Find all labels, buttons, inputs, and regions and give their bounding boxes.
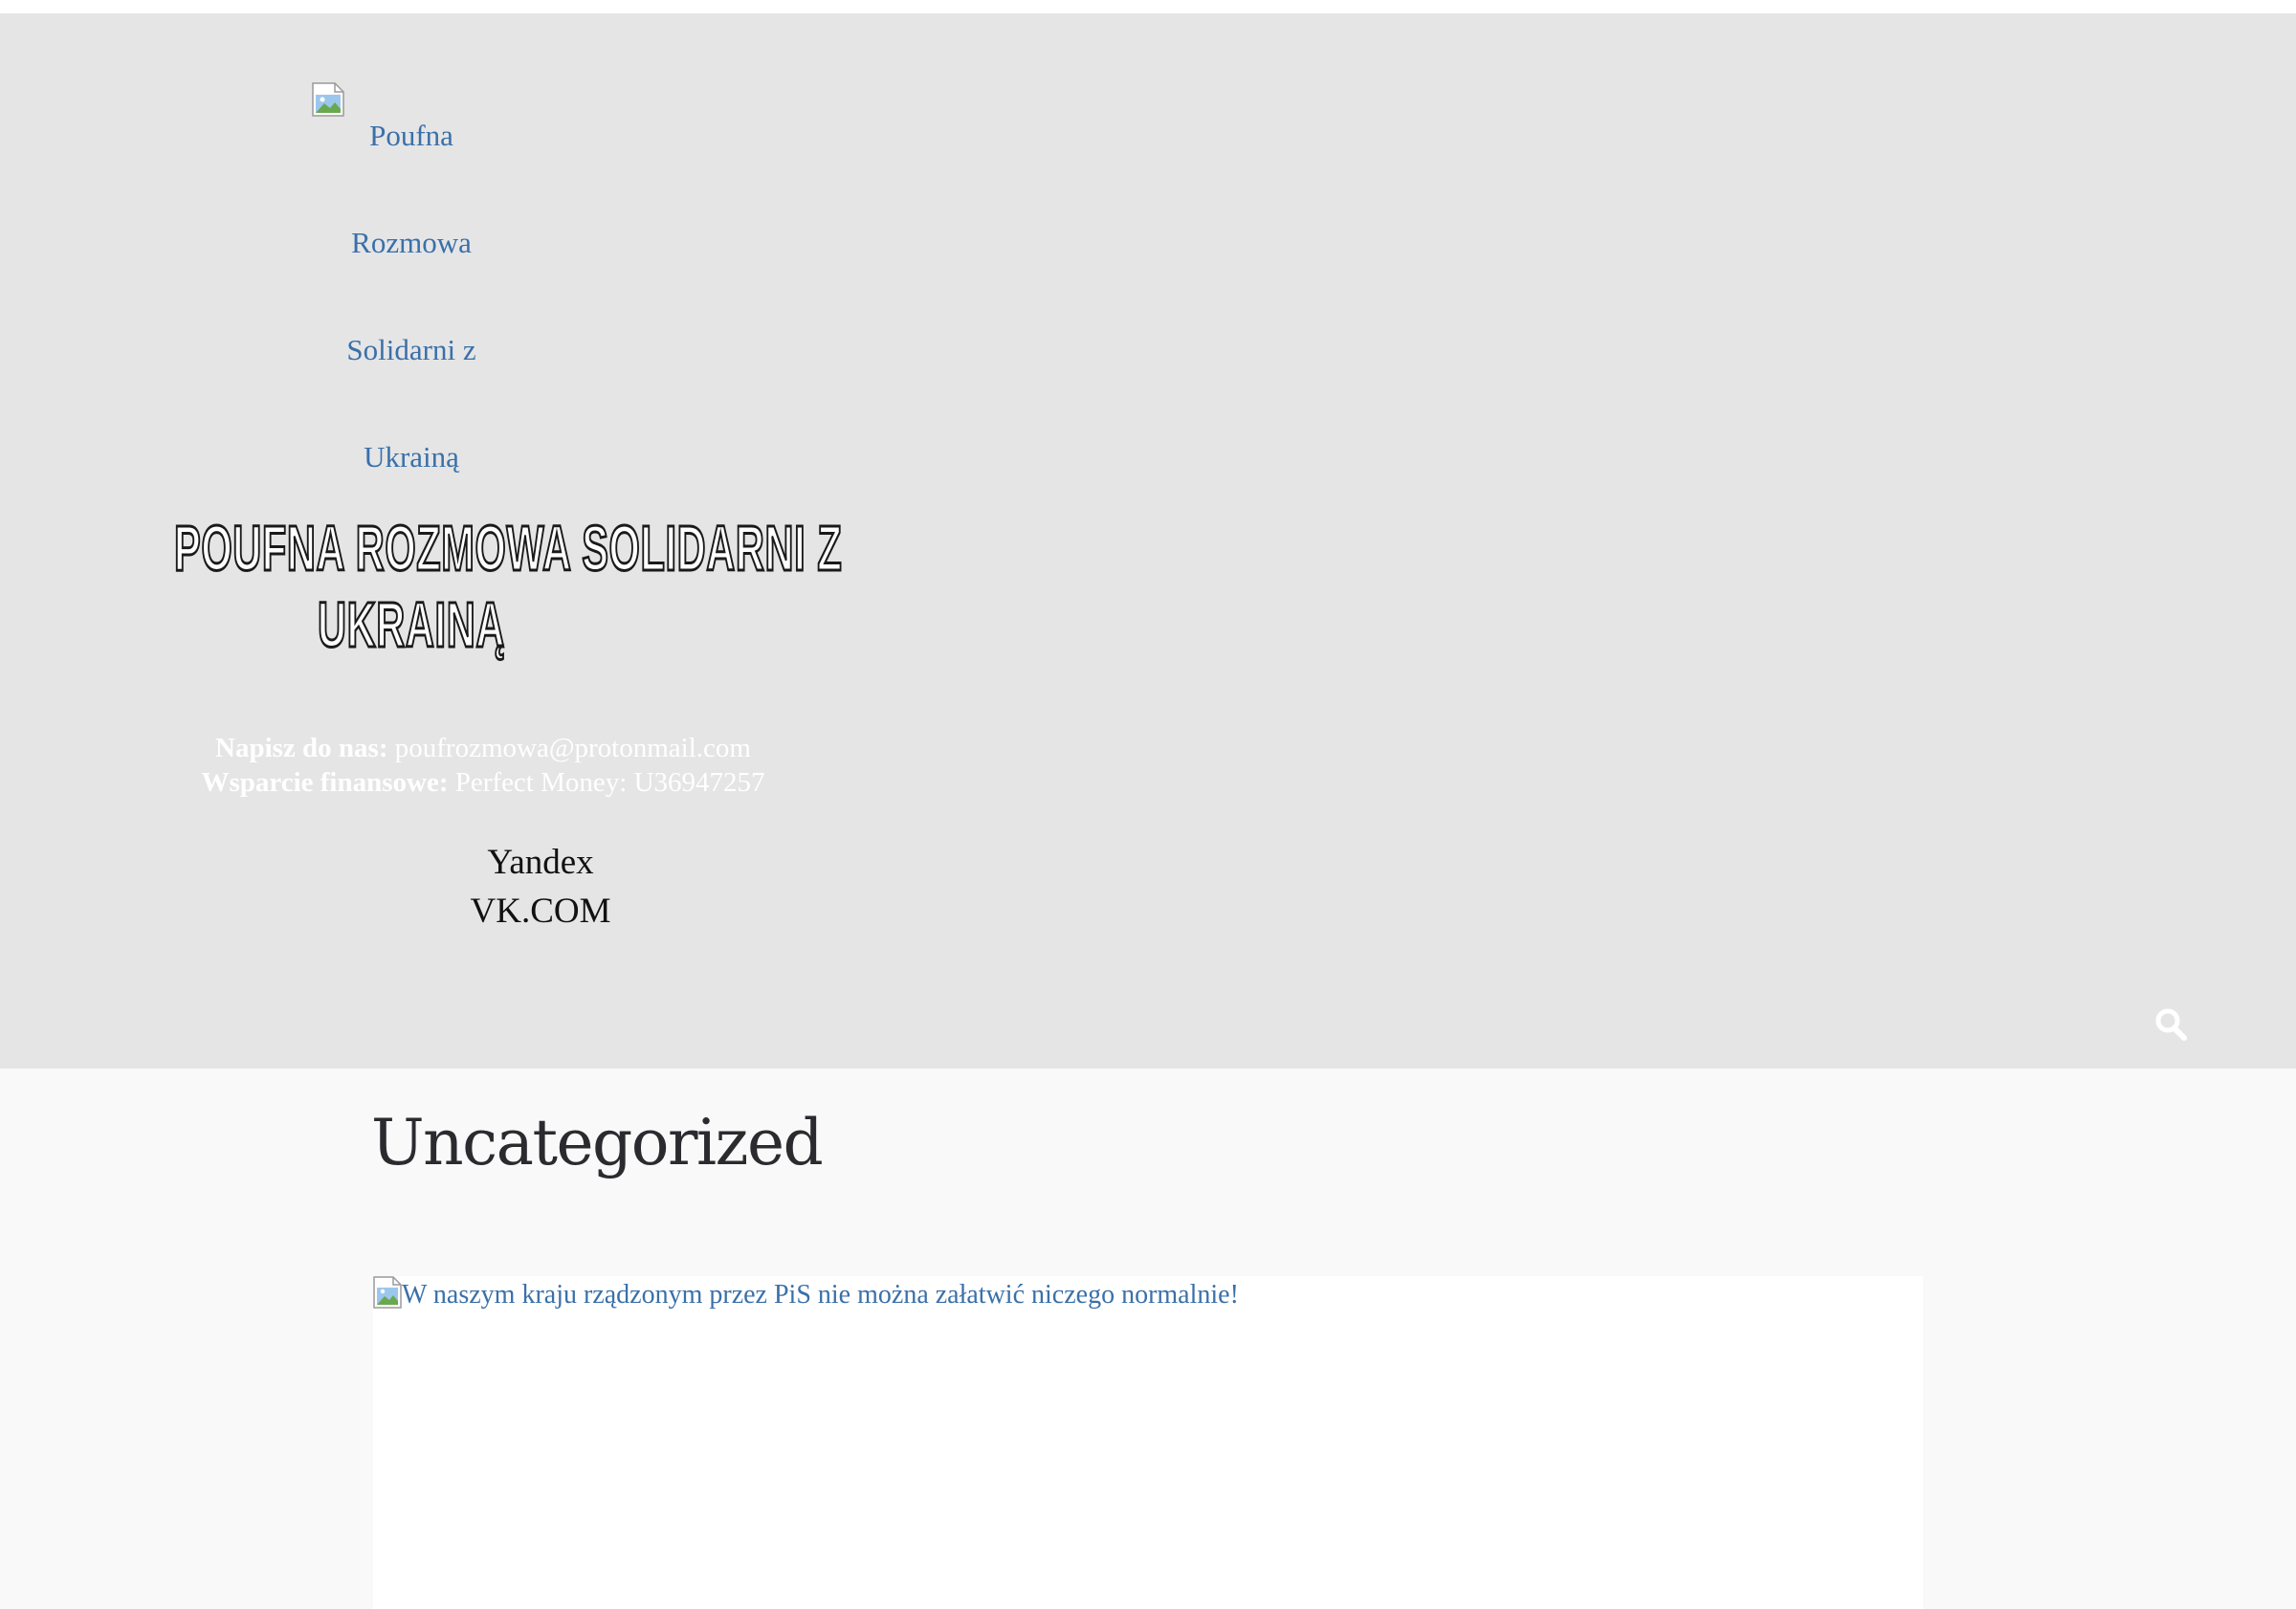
support-value: Perfect Money: U36947257 xyxy=(454,767,765,798)
site-title[interactable]: POUFNA ROZMOWA SOLIDARNI Z UKRAINĄ xyxy=(173,511,843,664)
post-thumbnail-link[interactable]: W naszym kraju rządzonym przez PiS nie m… xyxy=(373,1276,1239,1314)
support-row: Wsparcie finansowe: Perfect Money: U3694… xyxy=(172,765,794,800)
post-thumbnail-alt: W naszym kraju rządzonym przez PiS nie m… xyxy=(402,1280,1239,1310)
site-logo-link[interactable]: Poufna Rozmowa Solidarni z Ukrainą xyxy=(312,82,511,511)
logo-alt-line: Solidarni z xyxy=(346,333,476,366)
yandex-link[interactable]: Yandex xyxy=(397,838,684,887)
external-links: Yandex VK.COM xyxy=(397,838,684,936)
broken-image-icon xyxy=(373,1276,402,1311)
archive-title: Uncategorized xyxy=(371,1106,824,1179)
logo-alt-line: Rozmowa xyxy=(351,226,472,259)
contact-info: Napisz do nas: poufrozmowa@protonmail.co… xyxy=(172,731,794,800)
site-header: Poufna Rozmowa Solidarni z Ukrainą POUFN… xyxy=(0,13,2296,1069)
top-strip xyxy=(0,0,2296,13)
site-title-line-2: UKRAINĄ xyxy=(317,588,505,663)
post-card: W naszym kraju rządzonym przez PiS nie m… xyxy=(373,1276,1923,1609)
email-label: Napisz do nas: xyxy=(215,733,388,763)
logo-alt-line: Ukrainą xyxy=(364,440,459,474)
broken-image-icon xyxy=(312,82,344,117)
support-label: Wsparcie finansowe: xyxy=(201,767,449,798)
email-row: Napisz do nas: poufrozmowa@protonmail.co… xyxy=(172,731,794,765)
vk-link[interactable]: VK.COM xyxy=(397,887,684,936)
email-value: poufrozmowa@protonmail.com xyxy=(394,733,751,763)
site-title-line-1: POUFNA ROZMOWA SOLIDARNI Z xyxy=(173,512,843,586)
search-icon[interactable] xyxy=(2154,1006,2189,1045)
